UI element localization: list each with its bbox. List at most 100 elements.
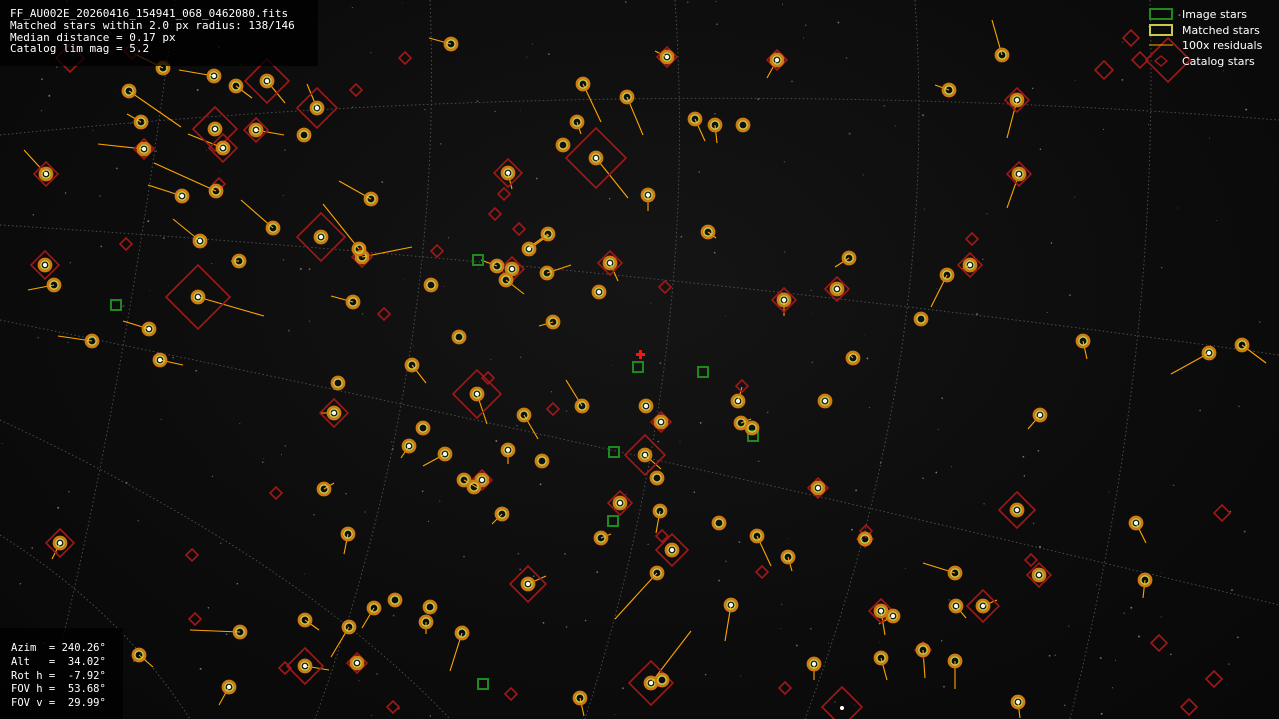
noise-dot xyxy=(783,160,786,163)
catalog-star xyxy=(385,699,401,715)
star-core xyxy=(197,238,203,244)
star-core xyxy=(642,452,648,458)
noise-dot xyxy=(443,285,445,287)
noise-dot xyxy=(1160,616,1162,618)
noise-dot xyxy=(1170,653,1172,656)
star-core xyxy=(815,485,821,491)
catalog-star xyxy=(487,206,503,222)
noise-dot xyxy=(564,553,566,555)
noise-dot xyxy=(1048,654,1051,657)
catalog-star xyxy=(820,685,864,719)
noise-dot xyxy=(863,334,865,336)
noise-dot xyxy=(782,3,784,5)
noise-dot xyxy=(805,24,807,26)
noise-dot xyxy=(924,208,926,210)
noise-dot xyxy=(218,170,220,172)
noise-dot xyxy=(596,571,599,573)
star-core xyxy=(1206,350,1212,356)
altitude: Alt = 34.02° xyxy=(11,655,106,668)
noise-dot xyxy=(811,361,814,364)
star-core xyxy=(781,297,787,303)
noise-dot xyxy=(677,72,679,73)
noise-dot xyxy=(725,560,727,563)
noise-dot xyxy=(740,675,742,677)
noise-dot xyxy=(427,520,430,523)
star-core xyxy=(617,500,623,506)
noise-dot xyxy=(516,425,518,427)
star-core xyxy=(314,105,320,111)
noise-dot xyxy=(364,511,366,513)
noise-dot xyxy=(284,445,287,447)
noise-dot xyxy=(1238,405,1240,408)
star-core xyxy=(474,391,480,397)
noise-dot xyxy=(68,491,70,493)
legend-catalog-stars: Catalog stars xyxy=(1149,54,1255,68)
star-core xyxy=(834,286,840,292)
noise-dot xyxy=(371,714,373,716)
noise-dot xyxy=(713,251,716,254)
noise-dot xyxy=(940,639,943,642)
catalog-star xyxy=(429,243,445,259)
noise-dot xyxy=(693,491,696,493)
noise-dot xyxy=(584,619,587,622)
noise-dot xyxy=(621,687,624,690)
star-core xyxy=(354,660,360,666)
noise-dot xyxy=(715,0,717,3)
matched-star-ring xyxy=(424,601,435,612)
noise-dot xyxy=(781,603,783,605)
noise-dot xyxy=(1172,484,1175,487)
catalog-star xyxy=(348,82,364,98)
star-core xyxy=(840,706,844,710)
noise-dot xyxy=(172,356,174,359)
matched-star-ring xyxy=(332,377,343,388)
image-star xyxy=(607,515,619,527)
star-core xyxy=(479,477,485,483)
noise-dot xyxy=(207,607,210,609)
star-core xyxy=(648,680,654,686)
star-core xyxy=(596,289,602,295)
noise-dot xyxy=(725,315,727,317)
noise-dot xyxy=(698,171,700,173)
noise-dot xyxy=(791,80,793,83)
noise-dot xyxy=(758,460,760,462)
noise-dot xyxy=(1245,108,1248,111)
noise-dot xyxy=(299,267,302,270)
star-core xyxy=(728,602,734,608)
star-core xyxy=(42,262,48,268)
noise-dot xyxy=(680,235,683,238)
noise-dot xyxy=(1100,712,1103,715)
noise-dot xyxy=(304,573,306,575)
noise-dot xyxy=(1231,589,1233,592)
legend-image-stars: Image stars xyxy=(1149,7,1247,21)
residual-line xyxy=(189,629,241,633)
noise-dot xyxy=(1147,123,1149,125)
star-core xyxy=(980,603,986,609)
grid-line xyxy=(59,0,176,651)
catalog-star xyxy=(734,378,750,394)
calibration-info-panel: FF_AU002E_20260416_154941_068_0462080.fi… xyxy=(0,0,318,66)
star-core xyxy=(890,613,896,619)
star-core xyxy=(157,357,163,363)
star-core xyxy=(1016,171,1022,177)
star-core xyxy=(1037,412,1043,418)
noise-dot xyxy=(478,268,479,270)
matched-star-ring xyxy=(915,313,926,324)
matched-star-ring xyxy=(298,130,309,141)
noise-dot xyxy=(532,575,535,578)
noise-dot xyxy=(495,440,498,442)
noise-dot xyxy=(308,268,311,270)
star-core xyxy=(509,266,515,272)
noise-dot xyxy=(56,66,58,68)
noise-dot xyxy=(614,714,616,716)
noise-dot xyxy=(948,599,950,601)
noise-dot xyxy=(381,181,384,184)
star-core xyxy=(669,547,675,553)
noise-dot xyxy=(1161,267,1163,269)
matched-stars-summary: Matched stars within 2.0 px radius: 138/… xyxy=(10,18,295,32)
noise-dot xyxy=(1138,635,1140,638)
noise-dot xyxy=(211,263,213,265)
noise-dot xyxy=(358,680,360,682)
noise-dot xyxy=(1209,137,1211,139)
noise-dot xyxy=(845,57,848,59)
star-core xyxy=(1015,699,1021,705)
